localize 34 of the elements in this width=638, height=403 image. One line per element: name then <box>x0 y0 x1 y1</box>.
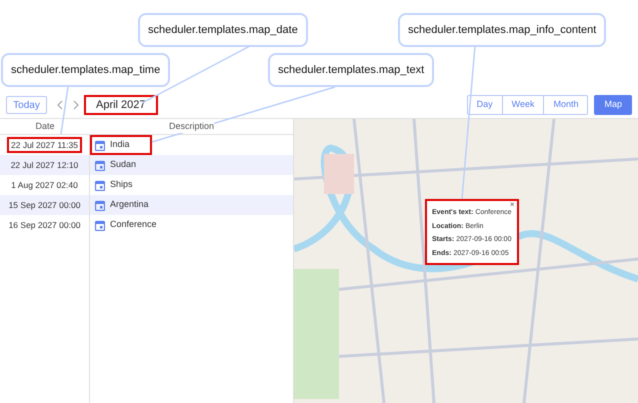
leader-line <box>60 86 69 134</box>
view-tab[interactable]: Month <box>543 96 588 114</box>
date-title: April 2027 <box>86 97 156 113</box>
callout-label: scheduler.templates.map_text <box>268 53 434 87</box>
date-cell: 22 Jul 2027 11:35 <box>9 138 80 152</box>
calendar-icon <box>95 180 105 190</box>
column-header: Date <box>34 120 56 133</box>
event-item[interactable]: Conference <box>92 217 160 233</box>
column-header: Description <box>168 120 214 134</box>
chevron-right-icon[interactable] <box>73 100 79 110</box>
event-title: Argentina <box>110 198 149 212</box>
chevron-left-icon[interactable] <box>57 100 63 110</box>
date-cell-text: 1 Aug 2027 02:40 <box>10 178 79 192</box>
date-cell-text: 15 Sep 2027 00:00 <box>8 198 82 212</box>
callout-label: scheduler.templates.map_time <box>1 53 170 87</box>
close-button[interactable]: × <box>510 199 515 211</box>
event-title: Conference <box>110 218 157 232</box>
calendar-icon <box>95 200 105 210</box>
view-tab[interactable]: Week <box>502 96 544 114</box>
callout-label: scheduler.templates.map_date <box>138 13 308 47</box>
view-tab[interactable]: Day <box>468 96 502 114</box>
calendar-icon <box>95 220 105 230</box>
date-cell-text: 16 Sep 2027 00:00 <box>8 218 82 232</box>
today-button[interactable]: Today <box>6 96 47 114</box>
event-title: Ships <box>110 178 133 192</box>
callout-label: scheduler.templates.map_info_content <box>398 13 606 47</box>
calendar-icon <box>95 160 105 170</box>
event-title: India <box>110 138 130 152</box>
view-tab[interactable]: Map <box>594 95 632 115</box>
event-item[interactable]: Ships <box>92 177 150 193</box>
event-title: Sudan <box>110 158 136 172</box>
date-cell-text: 22 Jul 2027 12:10 <box>10 158 80 172</box>
event-item[interactable]: India <box>92 137 150 153</box>
calendar-icon <box>95 140 105 150</box>
